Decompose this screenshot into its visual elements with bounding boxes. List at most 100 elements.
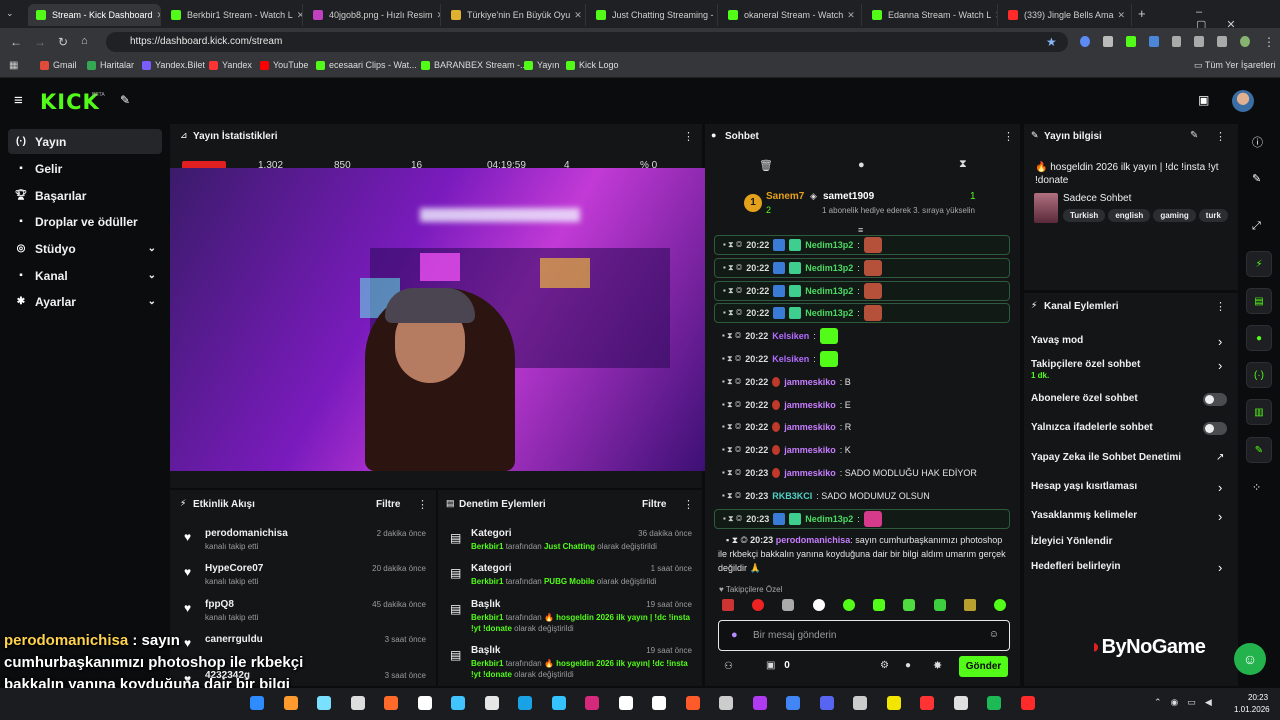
message-user[interactable]: jammeskiko xyxy=(784,468,836,478)
emote-bar[interactable] xyxy=(718,599,1010,615)
stream-info-menu-icon[interactable]: ⋮ xyxy=(1215,130,1226,143)
chat-emote-picker-icon[interactable]: ✸ xyxy=(933,659,942,672)
chat-message[interactable]: ▪ ⧗ ◎ 20:23 RKB3KCI: SADO MODUMUZ OLSUN xyxy=(714,486,1010,506)
support-chat-button[interactable]: ☺ xyxy=(1234,643,1266,675)
taskbar-app-icon[interactable] xyxy=(786,696,800,710)
channel-action-label[interactable]: Yasaklanmış kelimeler xyxy=(1031,510,1137,521)
moderator-name[interactable]: Berkbir1 xyxy=(471,659,503,668)
emoji-icon[interactable]: ☺ xyxy=(989,629,999,640)
taskbar-app-icon[interactable] xyxy=(618,696,633,710)
bookmark-item[interactable]: YouTube xyxy=(260,60,308,70)
taskbar-app-icon[interactable] xyxy=(451,696,465,710)
browser-tab[interactable]: Edanna Stream - Watch L✕ xyxy=(864,4,998,26)
message-user[interactable]: jammeskiko xyxy=(784,400,836,410)
sidebar-item[interactable]: ✱ Ayarlar ⌄ xyxy=(8,289,162,314)
kick-logo[interactable]: KICK xyxy=(40,90,100,114)
taskbar-app-icon[interactable] xyxy=(417,696,432,710)
message-user[interactable]: Nedim13p2 xyxy=(805,286,853,296)
chevron-down-icon[interactable]: ⌄ xyxy=(148,270,156,281)
sidebar-item[interactable]: ▪ Gelir xyxy=(8,156,162,181)
category-thumbnail[interactable] xyxy=(1034,193,1058,223)
all-bookmarks[interactable]: ▭ Tüm Yer İşaretleri xyxy=(1194,60,1275,71)
mod-toolbox-icon[interactable]: ▣ 0 xyxy=(766,660,790,671)
message-user[interactable]: perodomanichisa xyxy=(776,535,851,545)
moderator-name[interactable]: Berkbir1 xyxy=(471,542,503,551)
chat-message[interactable]: ▪ ⧗ ◎ 20:22 Kelsiken: xyxy=(714,349,1010,369)
tab-close-icon[interactable]: ✕ xyxy=(433,10,440,21)
taskbar-app-icon[interactable] xyxy=(853,696,867,710)
channel-actions-menu-icon[interactable]: ⋮ xyxy=(1215,300,1226,313)
event-user[interactable]: fppQ8 xyxy=(205,599,234,610)
tab-close-icon[interactable]: ✕ xyxy=(991,10,997,21)
mod-action-icons[interactable]: ▪ ⧗ ◎ xyxy=(723,240,742,250)
mod-action-icons[interactable]: ▪ ⧗ ◎ xyxy=(722,468,741,478)
mod-action-icons[interactable]: ▪ ⧗ ◎ xyxy=(723,286,742,296)
chevron-down-icon[interactable]: ⌄ xyxy=(148,243,156,254)
chat-message[interactable]: ▪ ⧗ ◎ 20:22 jammeskiko: B xyxy=(714,372,1010,392)
sidebar-item[interactable]: ◎ Stüdyo ⌄ xyxy=(8,236,162,261)
sidebar-item[interactable]: ▪ Droplar ve ödüller xyxy=(8,209,162,234)
chat-message[interactable]: ▪ ⧗ ◎ 20:23 jammeskiko: SADO MODLUĞU HAK E… xyxy=(714,463,1010,483)
rail-tool-button[interactable]: ✎ xyxy=(1246,437,1272,463)
message-icons[interactable]: ▪ ⧗ ◎ xyxy=(726,535,748,545)
taskbar-app-icon[interactable] xyxy=(250,696,264,710)
bookmark-item[interactable]: ecesaari Clips - Wat... xyxy=(316,60,417,70)
event-item[interactable]: ♥ perodomanichisa kanalı takip etti 2 dakik… xyxy=(184,528,430,558)
tab-close-icon[interactable]: ✕ xyxy=(1114,10,1126,21)
new-tab-button[interactable]: + xyxy=(1138,6,1146,21)
info-icon[interactable]: ⓘ xyxy=(1252,134,1263,150)
chevron-right-icon[interactable]: › xyxy=(1218,358,1222,373)
bookmark-item[interactable]: Yayın xyxy=(524,60,559,70)
moderator-name[interactable]: Berkbir1 xyxy=(471,613,503,622)
browser-tab[interactable]: 40jgob8.png - Hızlı Resim✕ xyxy=(305,4,441,26)
sidebar-item[interactable]: ▪ Kanal ⌄ xyxy=(8,263,162,288)
extension-icons[interactable] xyxy=(1080,36,1250,48)
pin-icon[interactable]: ✎ xyxy=(120,93,130,107)
chat-message[interactable]: ▪ ⧗ ◎ 20:22 Nedim13p2: xyxy=(714,235,1010,255)
channel-action-label[interactable]: İzleyici Yönlendir xyxy=(1031,536,1113,547)
category-name[interactable]: Sadece Sohbet xyxy=(1063,193,1131,204)
taskbar-app-icon[interactable] xyxy=(752,696,767,710)
channel-action-label[interactable]: Hedefleri belirleyin xyxy=(1031,561,1120,572)
taskbar-app-icon[interactable] xyxy=(551,696,566,710)
channel-points[interactable]: ⚇ xyxy=(724,661,733,672)
taskbar-app-icon[interactable] xyxy=(685,696,700,710)
channel-action-label[interactable]: Hesap yaşı kısıtlaması xyxy=(1031,481,1137,492)
tab-close-icon[interactable]: ✕ xyxy=(843,10,855,21)
taskbar-app-icon[interactable] xyxy=(384,696,398,710)
events-filter-button[interactable]: Filtre xyxy=(376,499,400,510)
chat-menu-icon[interactable]: ⋮ xyxy=(1003,130,1014,143)
taskbar-app-icon[interactable] xyxy=(819,696,834,710)
cast-icon[interactable]: ▣ xyxy=(1198,93,1209,107)
tag-chip[interactable]: Turkish xyxy=(1063,209,1106,222)
message-user[interactable]: Nedim13p2 xyxy=(805,308,853,318)
mod-action-icons[interactable]: ▪ ⧗ ◎ xyxy=(722,422,741,432)
bookmark-item[interactable]: Haritalar xyxy=(87,60,134,70)
channel-action-label[interactable]: Yalnızca ifadelerle sohbet xyxy=(1031,422,1153,433)
chat-bubble-icon[interactable]: ● xyxy=(858,159,865,171)
chat-input[interactable]: ● Bir mesaj gönderin ☺ xyxy=(718,620,1010,651)
chat-message[interactable]: ▪ ⧗ ◎ 20:22 Nedim13p2: xyxy=(714,257,1010,278)
mod-action-icons[interactable]: ▪ ⧗ ◎ xyxy=(722,491,741,501)
toggle-switch[interactable] xyxy=(1203,422,1227,435)
channel-action-label[interactable]: Takipçilere özel sohbet xyxy=(1031,359,1140,370)
toggle-switch[interactable] xyxy=(1203,393,1227,406)
message-user[interactable]: jammeskiko xyxy=(784,377,836,387)
events-menu-icon[interactable]: ⋮ xyxy=(417,498,428,511)
chevron-right-icon[interactable]: › xyxy=(1218,560,1222,575)
taskbar-app-icon[interactable] xyxy=(1020,696,1035,710)
browser-tab[interactable]: okaneral Stream - Watch ✕ xyxy=(720,4,862,26)
sidebar-item[interactable]: 🏆︎ Başarılar xyxy=(8,183,162,208)
message-user[interactable]: Nedim13p2 xyxy=(805,263,853,273)
message-user[interactable]: Nedim13p2 xyxy=(805,514,853,524)
hourglass-icon[interactable]: ⧗ xyxy=(959,158,967,171)
browser-tab[interactable]: Türkiye'nin En Büyük Oyu ✕ xyxy=(443,4,586,26)
taskbar-app-icon[interactable] xyxy=(350,696,365,710)
bookmark-item[interactable]: Yandex.Bilet xyxy=(142,60,205,70)
hamburger-menu-icon[interactable]: ≡ xyxy=(14,92,23,109)
message-user[interactable]: Kelsiken xyxy=(772,354,809,364)
sidebar-item[interactable]: (·) Yayın xyxy=(8,129,162,154)
mod-action-icons[interactable]: ▪ ⧗ ◎ xyxy=(723,308,742,318)
taskbar-app-icon[interactable] xyxy=(484,696,499,710)
message-user[interactable]: jammeskiko xyxy=(784,445,836,455)
